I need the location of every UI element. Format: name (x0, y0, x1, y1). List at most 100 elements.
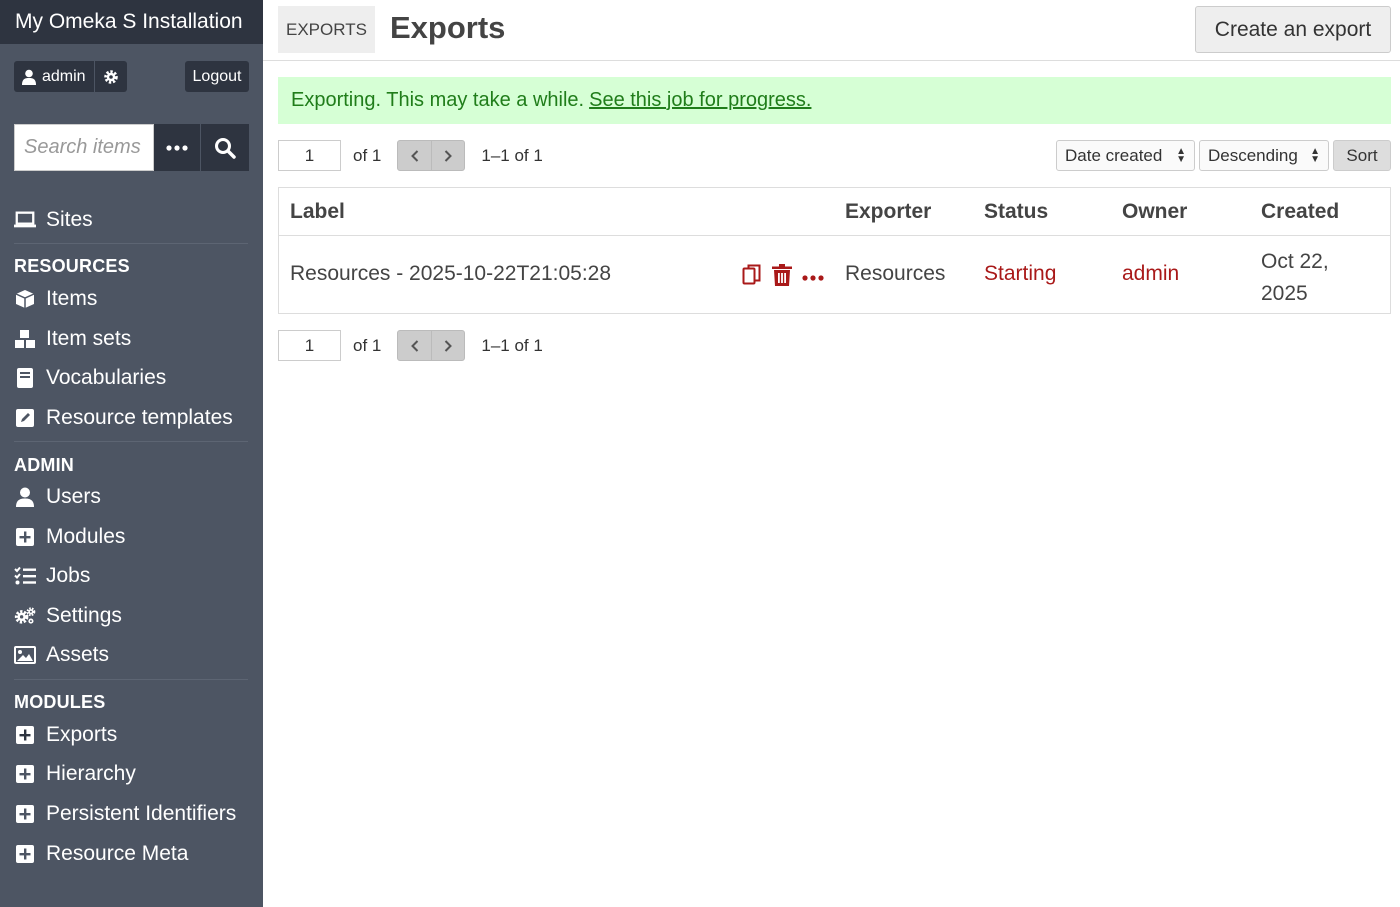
nav-items-label: Items (46, 287, 98, 310)
sort-controls: Date created ▲ ▼ Descending ▲ ▼ Sort (1056, 140, 1391, 171)
image-icon (14, 644, 36, 666)
user-icon (22, 69, 36, 85)
next-page-button[interactable] (432, 141, 465, 170)
exporter-value: Resources (845, 262, 946, 285)
ellipsis-icon (802, 274, 824, 281)
nav-persistent-identifiers-label: Persistent Identifiers (46, 802, 237, 825)
advanced-search-button[interactable] (154, 124, 201, 171)
row-range: 1–1 of 1 (481, 335, 543, 355)
search-form (14, 124, 249, 171)
nav-hierarchy[interactable]: Hierarchy (14, 759, 136, 789)
page-number-input[interactable] (278, 140, 341, 171)
nav-jobs[interactable]: Jobs (14, 561, 90, 591)
job-progress-link[interactable]: See this job for progress. (589, 89, 811, 112)
nav-assets[interactable]: Assets (14, 640, 109, 670)
ellipsis-icon (166, 144, 188, 151)
user-bar: admin Logout (14, 61, 249, 93)
logout-button[interactable]: Logout (185, 61, 249, 92)
laptop-icon (14, 209, 36, 231)
sort-order-select[interactable]: Descending ▲ ▼ (1199, 140, 1329, 171)
delete-button[interactable] (772, 264, 792, 291)
row-actions (742, 264, 824, 291)
sidebar: My Omeka S Installation admin Logout Sit… (0, 0, 263, 907)
status-value[interactable]: Starting (984, 262, 1056, 286)
nav-modules[interactable]: Modules (14, 522, 125, 552)
previous-page-button[interactable] (398, 141, 432, 170)
page-arrows (397, 330, 466, 361)
nav-sites[interactable]: Sites (14, 205, 93, 235)
nav-item-sets-label: Item sets (46, 327, 132, 350)
sort-by-value: Date created (1065, 145, 1163, 165)
column-header-owner: Owner (1122, 199, 1188, 223)
nav-divider (14, 441, 248, 442)
nav-resource-templates[interactable]: Resource templates (14, 403, 233, 433)
copy-button[interactable] (742, 264, 762, 291)
nav-exports-label: Exports (46, 723, 118, 746)
sort-button[interactable]: Sort (1333, 140, 1391, 171)
sort-by-select[interactable]: Date created ▲ ▼ (1056, 140, 1195, 171)
user-name: admin (42, 67, 86, 85)
export-label: Resources - 2025-10-22T21:05:28 (290, 262, 612, 285)
column-header-status: Status (984, 199, 1049, 223)
header-divider (279, 235, 1390, 236)
user-settings-button[interactable] (95, 61, 127, 92)
page-title: Exports (390, 10, 506, 45)
page-header: EXPORTS Exports Create an export (263, 0, 1400, 61)
nav-exports[interactable]: Exports (14, 720, 117, 750)
copy-icon (742, 264, 761, 285)
row-range: 1–1 of 1 (481, 145, 543, 165)
success-message-text: Exporting. This may take a while. (291, 89, 585, 111)
next-page-button[interactable] (432, 331, 465, 360)
page-number-input[interactable] (278, 330, 341, 361)
nav-modules-label: Modules (46, 525, 126, 548)
column-header-label: Label (290, 199, 345, 223)
nav-users[interactable]: Users (14, 482, 101, 512)
section-label: EXPORTS (278, 6, 375, 53)
select-arrows-icon: ▲ ▼ (1176, 145, 1186, 165)
nav-item-sets[interactable]: Item sets (14, 324, 131, 354)
plus-square-icon (14, 843, 36, 865)
cube-icon (14, 288, 36, 310)
main-content: EXPORTS Exports Create an export Exporti… (263, 0, 1400, 907)
search-input[interactable] (14, 124, 154, 171)
nav-assets-label: Assets (46, 643, 110, 666)
plus-square-icon (14, 803, 36, 825)
nav-resource-meta[interactable]: Resource Meta (14, 839, 188, 869)
chevron-right-icon (444, 339, 453, 352)
select-arrows-icon: ▲ ▼ (1310, 145, 1320, 165)
page-arrows (397, 140, 466, 171)
user-box: admin (14, 61, 127, 92)
nav-heading-modules: MODULES (14, 692, 106, 712)
nav-persistent-identifiers[interactable]: Persistent Identifiers (14, 799, 236, 829)
nav-settings-label: Settings (46, 604, 122, 627)
edit-icon (14, 407, 36, 429)
plus-square-icon (14, 763, 36, 785)
installation-title[interactable]: My Omeka S Installation (0, 0, 263, 44)
create-export-button[interactable]: Create an export (1195, 6, 1391, 53)
more-actions-button[interactable] (802, 269, 824, 287)
chevron-left-icon (410, 339, 418, 352)
cubes-icon (14, 328, 36, 350)
nav-jobs-label: Jobs (46, 564, 91, 587)
nav-divider (14, 243, 248, 244)
search-button[interactable] (201, 124, 249, 171)
created-year-line: 2025 (1261, 282, 1308, 305)
user-icon (14, 486, 36, 508)
nav-items[interactable]: Items (14, 284, 97, 314)
tasks-icon (14, 565, 36, 587)
owner-link[interactable]: admin (1122, 262, 1179, 286)
nav-vocabularies[interactable]: Vocabularies (14, 363, 166, 393)
nav-settings[interactable]: Settings (14, 601, 122, 631)
search-icon (215, 137, 236, 159)
plus-square-icon (14, 724, 36, 746)
nav-vocabularies-label: Vocabularies (46, 366, 167, 389)
nav-divider (14, 679, 248, 680)
user-link[interactable]: admin (14, 61, 95, 92)
book-icon (14, 367, 36, 389)
pagination-top: of 1 1–1 of 1 (278, 140, 543, 171)
created-date-line: Oct 22, (1261, 250, 1329, 273)
previous-page-button[interactable] (398, 331, 432, 360)
nav-heading-resources: RESOURCES (14, 256, 130, 276)
nav-resource-meta-label: Resource Meta (46, 842, 189, 865)
cogs-icon (14, 605, 36, 627)
